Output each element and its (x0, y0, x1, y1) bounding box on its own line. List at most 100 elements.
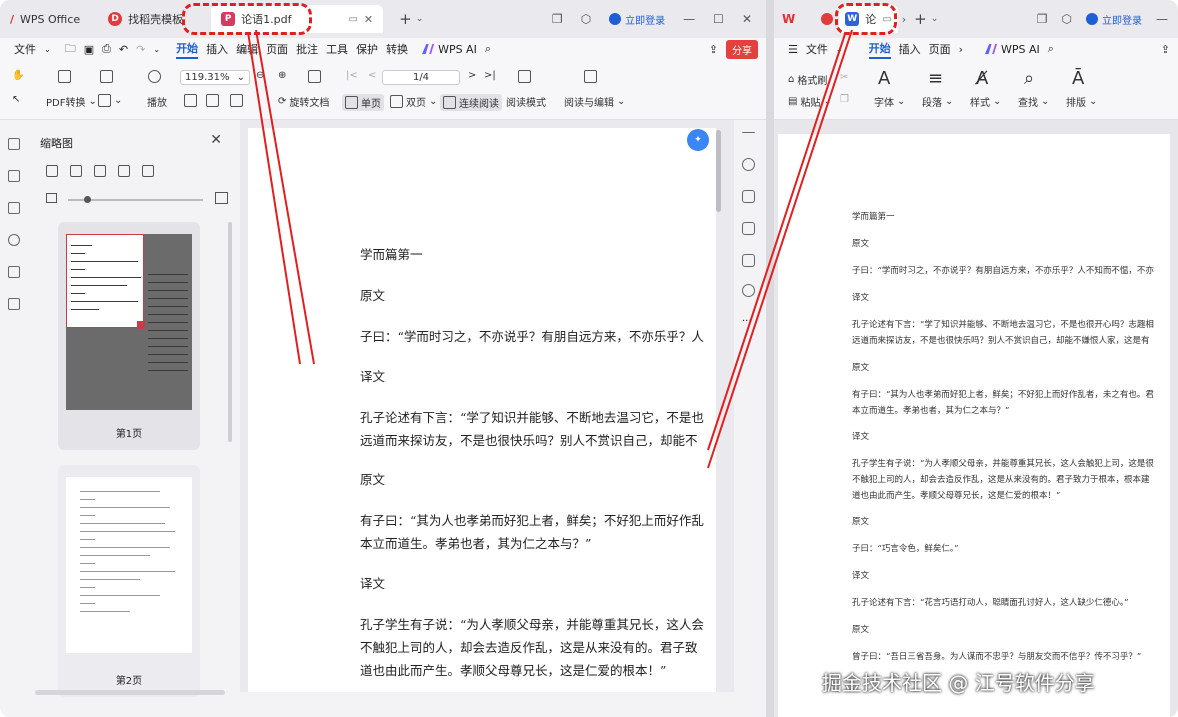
zoom-out-icon[interactable]: ⊖ (256, 70, 264, 81)
wps-ai-button[interactable]: WPS AI (984, 43, 1040, 56)
window-divider[interactable] (766, 0, 774, 717)
help-icon[interactable] (742, 284, 755, 297)
last-page-icon[interactable]: >| (484, 70, 496, 81)
copy-icon[interactable]: ❐ (840, 94, 849, 105)
pdf-convert-button[interactable]: PDF转换 ⌄ (46, 94, 97, 109)
style-button[interactable]: 样式 ⌄ (970, 94, 1001, 109)
crop-icon[interactable] (206, 94, 219, 107)
menu-tools[interactable]: 工具 (326, 41, 348, 57)
select-tool-icon[interactable]: ↖ (12, 94, 20, 105)
layout-icon[interactable]: Ā (1072, 70, 1084, 88)
next-page-icon[interactable]: > (468, 70, 476, 81)
cube-icon[interactable]: ⬡ (1062, 12, 1072, 26)
picture-menu-icon[interactable]: ⌄ (98, 94, 122, 107)
hamburger-icon[interactable]: ☰ (788, 43, 798, 56)
cube-icon[interactable]: ⬡ (581, 12, 591, 26)
minimize-icon[interactable]: — (683, 12, 695, 26)
menu-edit[interactable]: 编辑 (236, 41, 258, 57)
redo-icon[interactable]: ↷ (136, 43, 145, 56)
edit-pen-icon[interactable] (584, 70, 597, 83)
thumbnail-page-2[interactable]: 第2页 (58, 465, 200, 697)
document-scrollbar[interactable] (716, 130, 721, 212)
add-page-icon[interactable] (70, 165, 82, 177)
tab-template[interactable]: D 找稻壳模板 (98, 5, 193, 33)
signature-icon[interactable] (8, 266, 20, 278)
print-icon[interactable]: ⎙ (102, 42, 111, 56)
daoke-icon[interactable] (821, 13, 834, 25)
cut-icon[interactable]: ✂ (840, 72, 848, 83)
cloud-upload-icon[interactable]: ⇪ (1161, 43, 1170, 56)
chevron-down-icon[interactable]: ⌄ (153, 45, 160, 54)
settings-sliders-icon[interactable] (742, 222, 755, 235)
paragraph-button[interactable]: 段落 ⌄ (922, 94, 953, 109)
comment-icon[interactable] (8, 234, 20, 246)
folder-icon[interactable]: 🗀 (65, 40, 76, 59)
thumbnail-scrollbar[interactable] (228, 222, 232, 442)
search-icon[interactable]: ⌕ (485, 42, 491, 56)
chevron-down-icon[interactable]: ⌄ (931, 14, 939, 24)
menu-protect[interactable]: 保护 (356, 41, 378, 57)
image-icon[interactable] (100, 70, 113, 83)
layout-button[interactable]: 排版 ⌄ (1066, 94, 1097, 109)
paragraph-icon[interactable]: ≡ (928, 70, 943, 88)
share-button[interactable]: 分享 (726, 39, 758, 59)
hand-tool-icon[interactable]: ✋ (12, 70, 24, 81)
scan-icon[interactable] (742, 254, 755, 267)
chevron-right-icon[interactable]: › (902, 13, 906, 26)
read-edit-button[interactable]: 阅读与编辑 ⌄ (564, 94, 625, 109)
paste-button[interactable]: ▤ 粘贴 ⌄ (788, 94, 832, 109)
panel-toggle-icon[interactable] (742, 132, 755, 134)
bookmark-icon[interactable] (8, 138, 20, 150)
font-icon[interactable]: A (878, 70, 890, 88)
continuous-read-button[interactable]: 连续阅读 (440, 94, 502, 111)
undo-icon[interactable]: ↶ (119, 43, 128, 56)
wps-ai-button[interactable]: WPS AI (422, 43, 477, 56)
format-painter-button[interactable]: ⌂ 格式刷 (788, 72, 827, 87)
thumbnail-panel-icon[interactable] (8, 170, 20, 182)
ai-assistant-icon[interactable]: ✦ (687, 129, 709, 151)
grid-view-icon[interactable] (46, 165, 58, 177)
find-icon[interactable]: ⌕ (1024, 70, 1034, 88)
copy-page-icon[interactable] (118, 165, 130, 177)
minimize-icon[interactable]: — (1156, 12, 1168, 26)
fit-width-icon[interactable] (184, 94, 197, 107)
pdf-convert-icon[interactable] (58, 70, 71, 83)
menu-insert[interactable]: 插入 (899, 41, 921, 57)
search-icon[interactable] (742, 158, 755, 171)
search-icon[interactable]: ⌕ (1048, 42, 1054, 56)
save-icon[interactable]: ▣ (84, 43, 94, 56)
rotate-doc-button[interactable]: ⟳ 旋转文档 (278, 94, 329, 109)
insert-page-icon[interactable] (94, 165, 106, 177)
close-tab-icon[interactable]: ✕ (364, 13, 373, 26)
shapes-icon[interactable] (308, 70, 321, 83)
new-tab-icon[interactable]: + (399, 10, 412, 28)
chevron-right-icon[interactable]: › (959, 43, 963, 56)
menu-home[interactable]: 开始 (176, 40, 199, 59)
outline-icon[interactable] (8, 202, 20, 214)
first-page-icon[interactable]: |< (346, 70, 358, 81)
thumbnail-size-slider[interactable] (46, 192, 228, 207)
tab-wps-office[interactable]: / WPS Office (0, 5, 90, 33)
layers-icon[interactable] (8, 298, 20, 310)
thumbnail-page-1[interactable]: 第1页 (58, 222, 200, 450)
translate-icon[interactable] (742, 190, 755, 203)
tile-icon[interactable]: ❐ (1037, 12, 1048, 26)
zoom-in-icon[interactable]: ⊕ (278, 70, 286, 81)
screen-icon[interactable]: ▭ (348, 14, 357, 25)
chevron-down-icon[interactable]: ⌄ (836, 45, 843, 54)
menu-file[interactable]: 文件 (14, 41, 36, 57)
font-button[interactable]: 字体 ⌄ (874, 94, 905, 109)
prev-page-icon[interactable]: < (368, 70, 376, 81)
more-icon[interactable]: ··· (742, 316, 755, 329)
extract-page-icon[interactable] (142, 165, 154, 177)
fit-page-icon[interactable] (230, 94, 243, 107)
wps-logo-icon[interactable]: W (782, 12, 795, 26)
horizontal-scrollbar[interactable] (35, 690, 225, 695)
single-page-button[interactable]: 单页 (342, 94, 384, 111)
zoom-select[interactable]: 119.31% ⌄ (180, 70, 250, 85)
close-panel-icon[interactable]: ✕ (210, 132, 222, 148)
chevron-down-icon[interactable]: ⌄ (416, 14, 424, 24)
read-mode-button[interactable]: 阅读模式 (506, 94, 546, 109)
book-icon[interactable] (518, 70, 531, 83)
menu-insert[interactable]: 插入 (206, 41, 228, 57)
